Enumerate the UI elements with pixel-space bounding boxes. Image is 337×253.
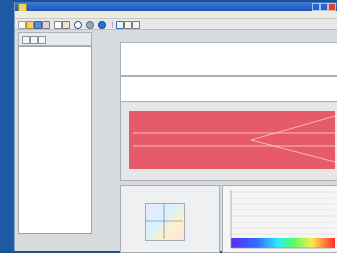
bottom-controls-panel [120,185,220,253]
panel-button-1[interactable] [22,36,30,44]
help-icon[interactable] [98,21,106,29]
settings-icon[interactable] [86,21,94,29]
open-icon[interactable] [26,21,34,29]
application-window [14,2,337,253]
layer-tree-panel [18,46,92,234]
spectrum-band [231,238,335,248]
plot-panel [120,101,337,181]
copy-icon[interactable] [54,21,62,29]
minimize-button[interactable] [312,3,320,11]
menu-bar [15,11,337,19]
summary-table [120,76,337,102]
desktop-edge [0,0,14,251]
print-icon[interactable] [42,21,50,29]
panel-button-2[interactable] [30,36,38,44]
close-button[interactable] [328,3,336,11]
spectrum-panel [222,185,337,253]
chart-icon[interactable] [116,21,124,29]
paste-icon[interactable] [62,21,70,29]
zoom-icon[interactable] [74,21,82,29]
new-icon[interactable] [18,21,26,29]
title-bar[interactable] [15,2,337,12]
filter-icon[interactable] [132,21,140,29]
plot-line-diagonal-up [250,115,336,141]
toolbar [15,19,337,30]
save-icon[interactable] [34,21,42,29]
panel-button-3[interactable] [38,36,46,44]
spectrum-chart [223,186,337,252]
data-table [120,42,337,76]
toolbar-separator [112,21,113,28]
mini-grid-overlay [145,203,183,239]
plot-lines [133,115,336,163]
table-icon[interactable] [124,21,132,29]
maximize-button[interactable] [320,3,328,11]
plot-line-diagonal-down [250,139,336,163]
panel-toolbar [18,32,92,46]
